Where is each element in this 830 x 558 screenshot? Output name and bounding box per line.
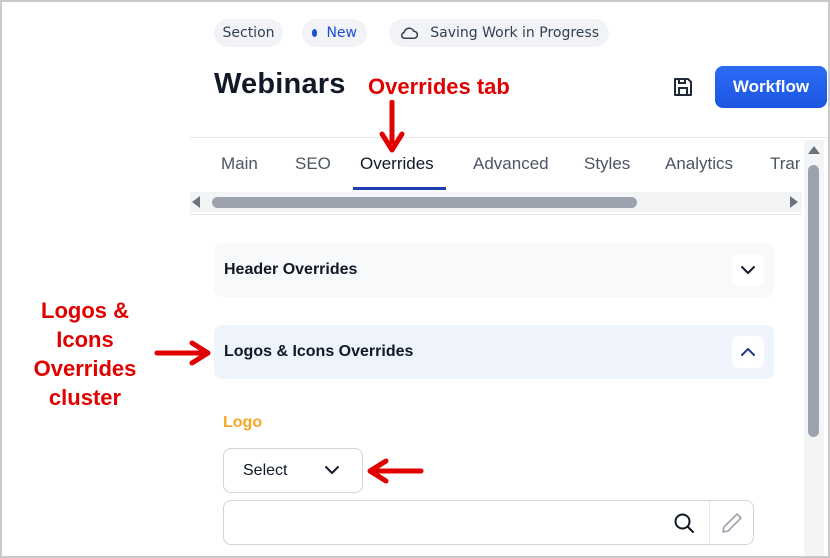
cloud-icon	[400, 27, 419, 40]
tab-styles[interactable]: Styles	[584, 154, 630, 174]
search-icon[interactable]	[673, 512, 695, 534]
tabs-bottom-divider	[190, 214, 802, 215]
annotation-line: Icons	[56, 327, 114, 352]
tab-advanced[interactable]: Advanced	[473, 154, 549, 174]
header-overrides-title: Header Overrides	[224, 261, 358, 278]
annotation-line: cluster	[48, 385, 122, 410]
saving-indicator: Saving Work in Progress	[389, 19, 609, 47]
right-arrow-icon	[154, 340, 211, 366]
save-icon	[674, 78, 692, 96]
tab-overrides[interactable]: Overrides	[360, 154, 434, 174]
annotation-line: Logos &	[41, 298, 129, 323]
tab-seo[interactable]: SEO	[295, 154, 331, 174]
status-badge: New	[302, 19, 367, 47]
page-scrollbar[interactable]	[804, 140, 824, 558]
scroll-left-icon[interactable]	[192, 196, 200, 208]
logo-select-value: Select	[243, 461, 288, 479]
overrides-tab-annotation: Overrides tab	[368, 74, 510, 99]
workflow-button[interactable]: Workflow	[715, 66, 827, 108]
header-divider	[190, 137, 830, 138]
status-dot-icon	[312, 29, 318, 37]
saving-indicator-label: Saving Work in Progress	[430, 25, 599, 41]
tab-translations[interactable]: Tran	[770, 154, 800, 174]
down-arrow-icon	[379, 100, 405, 153]
page-scrollbar-thumb[interactable]	[808, 165, 819, 437]
chevron-down-icon	[741, 266, 755, 274]
save-button[interactable]	[666, 72, 700, 102]
active-tab-indicator	[353, 187, 446, 190]
tab-analytics[interactable]: Analytics	[665, 154, 733, 174]
logo-field-label: Logo	[223, 414, 263, 431]
section-badge-label: Section	[222, 25, 275, 41]
tab-main[interactable]: Main	[221, 154, 258, 174]
tab-bar: Main SEO Overrides Advanced Styles Analy…	[190, 140, 800, 190]
left-arrow-icon	[367, 458, 424, 484]
logos-icons-overrides-accordion[interactable]: Logos & Icons Overrides	[214, 325, 774, 379]
status-badge-label: New	[326, 25, 357, 41]
logos-icons-overrides-title: Logos & Icons Overrides	[224, 343, 414, 360]
header-overrides-accordion[interactable]: Header Overrides	[214, 243, 774, 297]
scroll-right-icon[interactable]	[790, 196, 798, 208]
logo-select[interactable]: Select	[223, 448, 363, 493]
chevron-up-icon	[741, 348, 755, 356]
chevron-down-icon	[325, 466, 339, 474]
logos-icons-overrides-toggle[interactable]	[732, 336, 764, 368]
scroll-up-icon[interactable]	[808, 146, 820, 154]
logos-cluster-annotation: Logos & Icons Overrides cluster	[20, 296, 150, 412]
logo-search-input[interactable]	[223, 500, 754, 545]
tab-scrollbar[interactable]	[190, 192, 802, 212]
pencil-icon[interactable]	[720, 511, 744, 535]
tab-scrollbar-thumb[interactable]	[212, 197, 637, 208]
page-title: Webinars	[214, 68, 346, 100]
annotation-line: Overrides	[33, 356, 137, 381]
search-divider	[709, 501, 710, 544]
header-overrides-toggle[interactable]	[732, 254, 764, 286]
section-badge: Section	[214, 19, 283, 47]
